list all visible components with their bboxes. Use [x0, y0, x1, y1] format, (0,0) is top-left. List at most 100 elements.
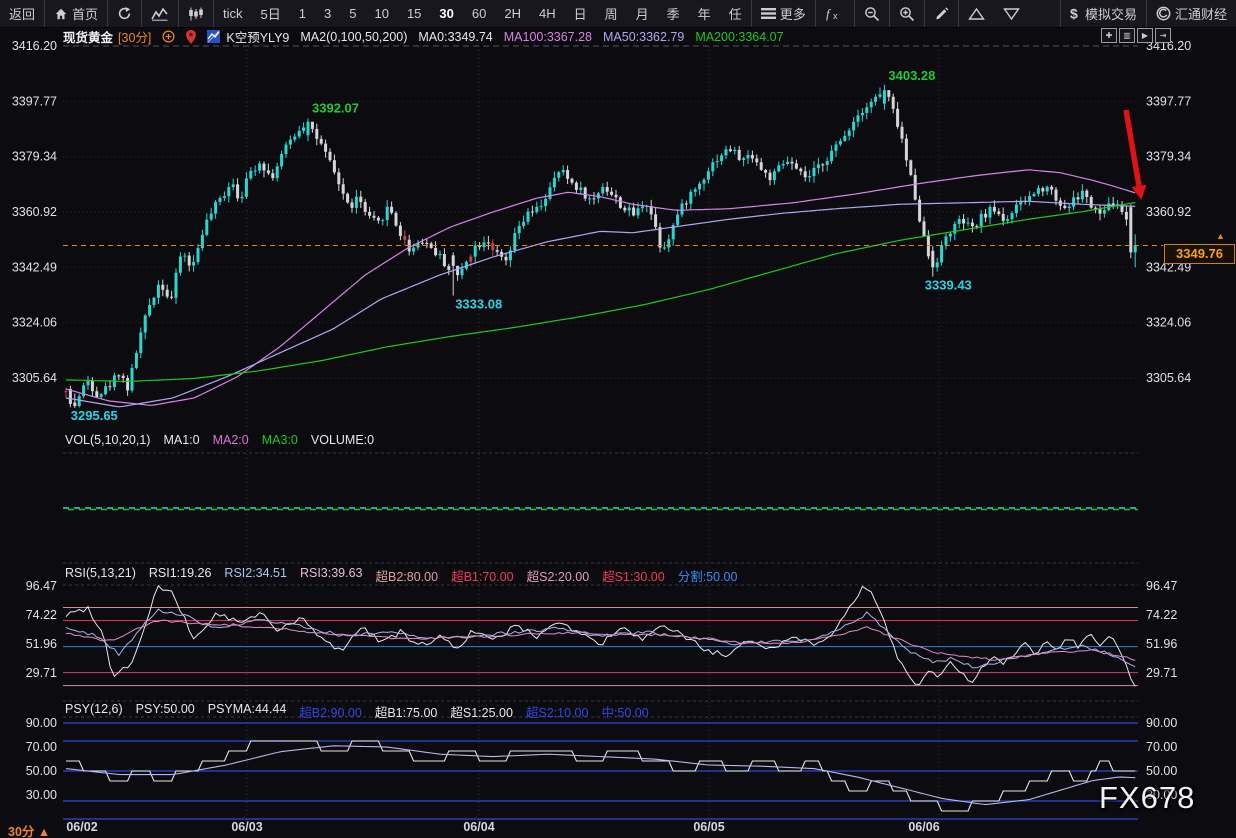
home-icon [54, 7, 68, 21]
toolbar-item-zoom-out[interactable] [854, 0, 889, 27]
fx-icon: fx [825, 6, 845, 21]
rsi-axis-labels: 96.4796.4774.2274.2251.9651.9629.7129.71 [26, 579, 1178, 680]
psy-segment-7: 中:50.00 [601, 702, 648, 721]
pencil-icon [934, 6, 949, 21]
rsi-line-RSI3 [66, 620, 1135, 660]
menu-icon [761, 7, 776, 20]
toolbar-item-period-2h[interactable]: 2H [495, 0, 530, 27]
toolbar-item-period-10[interactable]: 10 [365, 0, 397, 27]
toolbar-item-period-5d[interactable]: 5日 [252, 0, 290, 27]
toolbar-item-period-60[interactable]: 60 [463, 0, 495, 27]
toolbar-item-period-month[interactable]: 月 [627, 0, 658, 27]
watermark: FX678 [1099, 780, 1195, 816]
panel-icon-play[interactable]: ▶ [1137, 28, 1153, 43]
period-label: 30分 [8, 825, 34, 838]
toolbar-item-period-custom[interactable]: 任 [720, 0, 751, 27]
ma-line-MA50 [66, 201, 1135, 406]
rsi-segment-5: 超B1:70.00 [451, 566, 514, 585]
panel-icon-crosshair[interactable]: ✚ [1101, 28, 1117, 43]
ma-value-0: MA0:3349.74 [418, 30, 492, 44]
toolbar-item-label: 季 [667, 4, 680, 23]
zoom-in-icon [899, 6, 915, 22]
svg-text:96.47: 96.47 [26, 579, 57, 593]
svg-text:06/06: 06/06 [908, 820, 939, 834]
study-name[interactable]: K空预YLY9 [207, 27, 289, 46]
toolbar-item-line-chart[interactable] [141, 0, 178, 27]
triangle-down-icon [1003, 7, 1020, 21]
toolbar-item-brand[interactable]: 汇通财经 [1146, 0, 1236, 27]
toolbar-item-period-day[interactable]: 日 [565, 0, 596, 27]
toolbar-item-draw[interactable] [924, 0, 958, 27]
vol-segment-0: VOL(5,10,20,1) [65, 433, 150, 447]
psy-axis-labels: 90.0090.0070.0070.0050.0050.0030.0030.00 [26, 716, 1178, 802]
toolbar-item-label: tick [223, 6, 243, 21]
svg-text:51.96: 51.96 [26, 637, 57, 651]
toolbar-item-triangle-up[interactable] [958, 0, 994, 27]
psy-segment-0: PSY(12,6) [65, 702, 123, 721]
refresh-icon [117, 6, 132, 21]
toolbar-item-period-3[interactable]: 3 [315, 0, 340, 27]
toolbar-item-more[interactable]: 更多 [751, 0, 815, 27]
pin-icon[interactable] [186, 30, 196, 44]
toolbar-item-label: 汇通财经 [1175, 4, 1227, 23]
toolbar-item-period-1[interactable]: 1 [290, 0, 315, 27]
psy-segment-1: PSY:50.00 [136, 702, 195, 721]
moving-average-lines [66, 170, 1135, 407]
panel-icon-dock[interactable]: ⇥ [1155, 28, 1171, 43]
toolbar-item-candle-chart[interactable] [178, 0, 213, 27]
chevron-up-icon: ▲ [38, 825, 50, 838]
toolbar-item-label: 周 [605, 4, 618, 23]
toolbar-item-period-5[interactable]: 5 [340, 0, 365, 27]
toolbar-item-period-4h[interactable]: 4H [530, 0, 565, 27]
psy-segment-6: 超S2:10.00 [526, 702, 589, 721]
toolbar-item-label: 2H [504, 6, 521, 21]
rsi-segment-6: 超S2:20.00 [527, 566, 590, 585]
vol-segment-3: MA3:0 [262, 433, 298, 447]
svg-text:x: x [833, 11, 838, 21]
rsi-segment-0: RSI(5,13,21) [65, 566, 136, 585]
vol-segment-2: MA2:0 [213, 433, 249, 447]
psy-indicator-header: PSY(12,6)PSY:50.00PSYMA:44.44超B2:90.00超B… [65, 702, 649, 721]
volume-pane [63, 508, 1138, 510]
svg-text:50.00: 50.00 [26, 764, 57, 778]
toolbar-item-triangle-down[interactable] [994, 0, 1029, 27]
toolbar-item-period-30[interactable]: 30 [430, 0, 462, 27]
svg-text:3379.34: 3379.34 [1146, 150, 1191, 164]
toolbar-item-label: 4H [539, 6, 556, 21]
toolbar-item-label: 5日 [261, 4, 281, 23]
svg-text:06/03: 06/03 [231, 820, 262, 834]
psy-line-PSYMA [66, 746, 1135, 805]
svg-text:f: f [826, 6, 832, 21]
toolbar-item-label: 更多 [780, 4, 806, 23]
symbol-period-tag: [30分] [118, 27, 151, 46]
down-arrow-annotation [1126, 110, 1146, 200]
add-indicator-icon[interactable] [162, 30, 175, 43]
dollar-icon: $ [1070, 6, 1081, 21]
annotation-3403.28: 3403.28 [888, 68, 935, 83]
toolbar-item-period-week[interactable]: 周 [596, 0, 627, 27]
toolbar-item-home[interactable]: 首页 [44, 0, 107, 27]
toolbar-item-label: 60 [472, 6, 486, 21]
toolbar-item-label: 任 [729, 4, 742, 23]
panel-icon-grid[interactable]: ▥ [1119, 28, 1135, 43]
toolbar-item-label: 10 [374, 6, 388, 21]
toolbar-item-period-year[interactable]: 年 [689, 0, 720, 27]
toolbar-item-fx[interactable]: fx [815, 0, 854, 27]
toolbar-item-period-15[interactable]: 15 [398, 0, 430, 27]
price-marker-icon: ▲ [1216, 231, 1225, 241]
toolbar-item-tick[interactable]: tick [213, 0, 252, 27]
toolbar-item-sim-trade[interactable]: $ 模拟交易 [1060, 0, 1146, 27]
ma-value-1: MA100:3367.28 [504, 30, 592, 44]
svg-text:06/04: 06/04 [463, 820, 494, 834]
toolbar-item-refresh[interactable] [107, 0, 141, 27]
rsi-segment-8: 分割:50.00 [678, 566, 738, 585]
toolbar-item-zoom-in[interactable] [889, 0, 924, 27]
period-selector[interactable]: 30分 ▲ [8, 821, 50, 838]
toolbar-item-period-quarter[interactable]: 季 [658, 0, 689, 27]
rsi-segment-2: RSI2:34.51 [224, 566, 287, 585]
svg-text:3305.64: 3305.64 [12, 371, 57, 385]
toolbar-item-back[interactable]: 返回 [0, 0, 44, 27]
annotation-3339.43: 3339.43 [925, 278, 972, 293]
toolbar-item-label: 模拟交易 [1085, 4, 1137, 23]
psy-pane [63, 723, 1138, 819]
